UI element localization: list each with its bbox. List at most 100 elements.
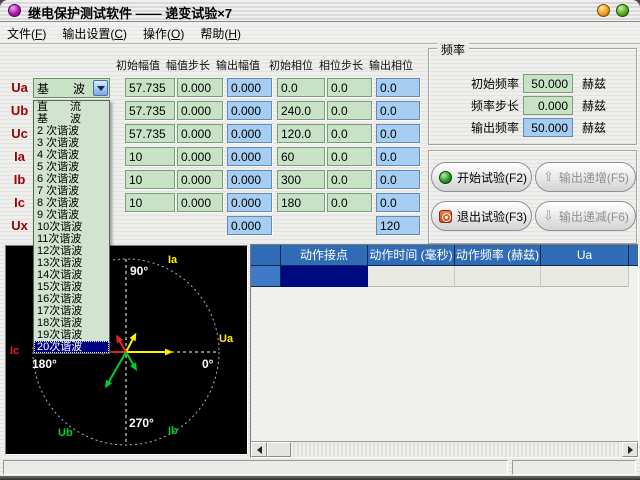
phasor-label-Ub: Ub bbox=[58, 427, 73, 439]
wave-option[interactable]: 9 次谐波 bbox=[34, 209, 109, 221]
freq-field-freq-step[interactable]: 0.000 bbox=[523, 96, 573, 115]
frequency-group: 频率 初始频率50.000赫兹频率步长0.000赫兹输出频率50.000赫兹 bbox=[428, 48, 637, 145]
arrow-down-icon bbox=[543, 208, 554, 224]
scroll-right-button[interactable] bbox=[622, 442, 638, 457]
scrollbar-thumb[interactable] bbox=[267, 442, 291, 457]
wave-option[interactable]: 2 次谐波 bbox=[34, 125, 109, 137]
field-Ub-phase-step[interactable]: 0.0 bbox=[327, 101, 372, 120]
output-decrease-label: 输出递减(F6) bbox=[559, 208, 629, 225]
wave-option[interactable]: 11次谐波 bbox=[34, 233, 109, 245]
result-col-header[interactable]: 动作频率 (赫兹) bbox=[455, 245, 541, 266]
wave-option[interactable]: 7 次谐波 bbox=[34, 185, 109, 197]
field-Ib-amp-step[interactable]: 0.000 bbox=[177, 170, 223, 189]
minimize-button[interactable] bbox=[597, 4, 610, 17]
control-buttons-panel: 开始试验(F2) 输出递增(F5) 退出试验(F3) 输出递减(F6) bbox=[428, 150, 637, 244]
wave-option[interactable]: 20次谐波 bbox=[34, 341, 109, 353]
wave-option[interactable]: 15次谐波 bbox=[34, 281, 109, 293]
wave-option[interactable]: 17次谐波 bbox=[34, 305, 109, 317]
result-col-header[interactable]: 动作接点 bbox=[281, 245, 368, 266]
result-col-header[interactable]: Ua bbox=[541, 245, 629, 266]
wave-option[interactable]: 基 波 bbox=[34, 113, 109, 125]
wave-dropdown: 直 流基 波2 次谐波3 次谐波4 次谐波5 次谐波6 次谐波7 次谐波8 次谐… bbox=[33, 100, 110, 354]
wave-option[interactable]: 5 次谐波 bbox=[34, 161, 109, 173]
field-Uc-init-phase[interactable]: 120.0 bbox=[277, 124, 325, 143]
field-Ia-out-amp: 0.000 bbox=[227, 147, 272, 166]
field-Ib-init-phase[interactable]: 300 bbox=[277, 170, 325, 189]
wave-option[interactable]: 3 次谐波 bbox=[34, 137, 109, 149]
wave-option[interactable]: 4 次谐波 bbox=[34, 149, 109, 161]
result-col-header[interactable] bbox=[251, 245, 281, 266]
wave-option[interactable]: 6 次谐波 bbox=[34, 173, 109, 185]
menu-item[interactable]: 操作(O) bbox=[143, 25, 184, 42]
field-Uc-init-amp[interactable]: 57.735 bbox=[125, 124, 175, 143]
wave-option[interactable]: 8 次谐波 bbox=[34, 197, 109, 209]
wave-select-combo[interactable]: 基 波 bbox=[33, 78, 110, 98]
scroll-left-button[interactable] bbox=[251, 442, 267, 457]
menu-item[interactable]: 输出设置(C) bbox=[62, 25, 127, 42]
wave-option[interactable]: 16次谐波 bbox=[34, 293, 109, 305]
field-Ua-out-phase: 0.0 bbox=[376, 78, 420, 97]
field-Ic-init-phase[interactable]: 180 bbox=[277, 193, 325, 212]
close-button[interactable] bbox=[616, 4, 629, 17]
freq-field-init-freq[interactable]: 50.000 bbox=[523, 74, 573, 93]
channel-label-Ub: Ub bbox=[7, 103, 32, 118]
menu-bar: 文件(F) 输出设置(C) 操作(O) 帮助(H) bbox=[0, 23, 640, 44]
field-Ub-amp-step[interactable]: 0.000 bbox=[177, 101, 223, 120]
phasor-label-Ib: Ib bbox=[168, 425, 178, 437]
scrollbar-track[interactable] bbox=[291, 442, 622, 457]
result-cell[interactable] bbox=[541, 266, 629, 287]
result-cell-rowheader[interactable] bbox=[251, 266, 281, 287]
wave-option[interactable]: 13次谐波 bbox=[34, 257, 109, 269]
freq-label-out-freq: 输出频率 bbox=[429, 119, 519, 136]
frequency-group-title: 频率 bbox=[437, 41, 469, 58]
field-Ua-phase-step[interactable]: 0.0 bbox=[327, 78, 372, 97]
field-Uc-phase-step[interactable]: 0.0 bbox=[327, 124, 372, 143]
field-Ib-init-amp[interactable]: 10 bbox=[125, 170, 175, 189]
result-col-header[interactable]: 动作时间 (毫秒) bbox=[368, 245, 455, 266]
field-Uc-amp-step[interactable]: 0.000 bbox=[177, 124, 223, 143]
menu-item[interactable]: 文件(F) bbox=[7, 25, 46, 42]
result-cell[interactable] bbox=[455, 266, 541, 287]
field-Ua-out-amp: 0.000 bbox=[227, 78, 272, 97]
field-Ic-phase-step[interactable]: 0.0 bbox=[327, 193, 372, 212]
field-Ua-amp-step[interactable]: 0.000 bbox=[177, 78, 223, 97]
wave-option[interactable]: 10次谐波 bbox=[34, 221, 109, 233]
field-Ia-init-phase[interactable]: 60 bbox=[277, 147, 325, 166]
field-Ia-init-amp[interactable]: 10 bbox=[125, 147, 175, 166]
vector-Ua bbox=[126, 349, 173, 356]
field-Ia-amp-step[interactable]: 0.000 bbox=[177, 147, 223, 166]
exit-test-button[interactable]: 退出试验(F3) bbox=[431, 201, 532, 231]
result-cell-selected[interactable] bbox=[281, 266, 368, 287]
result-table-row bbox=[251, 266, 638, 287]
field-Ic-init-amp[interactable]: 10 bbox=[125, 193, 175, 212]
arrow-up-icon bbox=[543, 169, 554, 185]
wave-option[interactable]: 18次谐波 bbox=[34, 317, 109, 329]
channel-label-Ux: Ux bbox=[7, 218, 32, 233]
wave-option[interactable]: 12次谐波 bbox=[34, 245, 109, 257]
field-Ib-out-phase: 0.0 bbox=[376, 170, 420, 189]
field-Ia-phase-step[interactable]: 0.0 bbox=[327, 147, 372, 166]
field-Uc-out-phase: 0.0 bbox=[376, 124, 420, 143]
system-menu-button[interactable] bbox=[8, 4, 21, 17]
menu-item[interactable]: 帮助(H) bbox=[200, 25, 241, 42]
field-Ua-init-amp[interactable]: 57.735 bbox=[125, 78, 175, 97]
wave-option[interactable]: 14次谐波 bbox=[34, 269, 109, 281]
freq-row-freq-step: 频率步长0.000赫兹 bbox=[429, 96, 636, 115]
start-icon bbox=[439, 171, 452, 184]
wave-option[interactable]: 直 流 bbox=[34, 101, 109, 113]
column-header-out-amp: 输出幅值 bbox=[211, 57, 265, 73]
field-Ua-init-phase[interactable]: 0.0 bbox=[277, 78, 325, 97]
phasor-angle-0: 0° bbox=[202, 357, 213, 371]
result-cell[interactable] bbox=[368, 266, 455, 287]
column-header-out-phase: 输出相位 bbox=[364, 57, 418, 73]
field-Ub-init-amp[interactable]: 57.735 bbox=[125, 101, 175, 120]
channel-label-Ua: Ua bbox=[7, 80, 32, 95]
field-Ub-init-phase[interactable]: 240.0 bbox=[277, 101, 325, 120]
field-Ic-amp-step[interactable]: 0.000 bbox=[177, 193, 223, 212]
wave-option[interactable]: 19次谐波 bbox=[34, 329, 109, 341]
status-panel-secondary bbox=[512, 460, 636, 475]
column-header-phase-step: 相位步长 bbox=[314, 57, 368, 73]
start-test-button[interactable]: 开始试验(F2) bbox=[431, 162, 532, 192]
combo-dropdown-button[interactable] bbox=[93, 80, 108, 96]
field-Ib-phase-step[interactable]: 0.0 bbox=[327, 170, 372, 189]
